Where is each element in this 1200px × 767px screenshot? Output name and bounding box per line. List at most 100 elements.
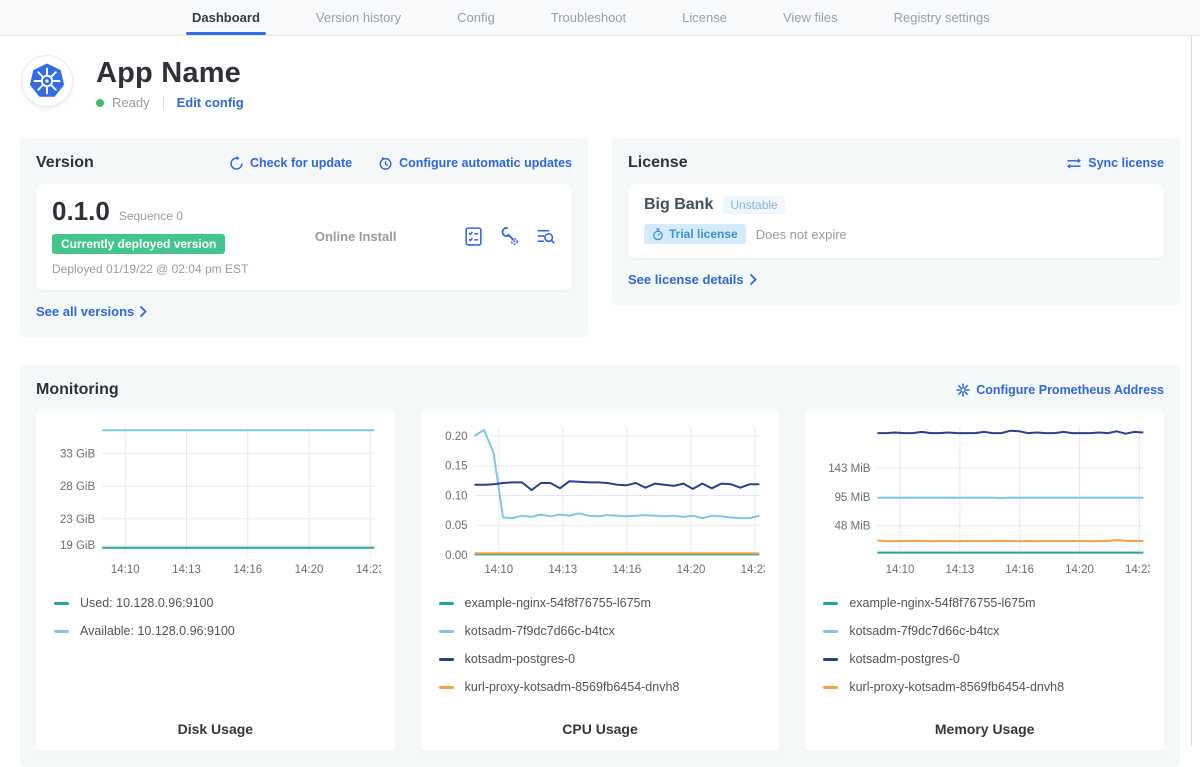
legend-color-dash	[823, 602, 838, 605]
check-for-update-link[interactable]: Check for update	[229, 156, 352, 171]
legend-label: kotsadm-7f9dc7d66c-b4tcx	[465, 624, 615, 638]
license-card: License Sync license Big Bank Unstable T…	[612, 138, 1180, 305]
version-header-links: Check for update Configure automatic upd…	[229, 156, 572, 171]
legend-color-dash	[439, 602, 454, 605]
chevron-right-icon	[750, 274, 757, 285]
legend-color-dash	[54, 602, 69, 605]
customer-name: Big Bank	[644, 196, 713, 214]
license-card-header: License Sync license	[628, 154, 1164, 172]
legend-color-dash	[823, 630, 838, 633]
app-meta: App Name Ready Edit config	[96, 56, 244, 110]
svg-text:14:10: 14:10	[111, 564, 140, 576]
svg-text:14:16: 14:16	[612, 564, 641, 576]
chart-title: CPU Usage	[435, 721, 766, 739]
svg-text:19 GiB: 19 GiB	[60, 540, 95, 552]
tab-config[interactable]: Config	[457, 0, 495, 35]
tab-troubleshoot[interactable]: Troubleshoot	[551, 0, 626, 35]
sequence-label: Sequence 0	[119, 209, 183, 223]
svg-text:0.20: 0.20	[445, 431, 467, 443]
tab-view-files[interactable]: View files	[783, 0, 838, 35]
legend-item: kotsadm-postgres-0	[439, 645, 766, 673]
see-license-details-label: See license details	[628, 272, 744, 287]
legend-item: kotsadm-7f9dc7d66c-b4tcx	[823, 617, 1150, 645]
svg-text:0.05: 0.05	[445, 520, 467, 532]
cpu-usage-chart: 0.200.150.100.050.0014:1014:1314:1614:20…	[435, 421, 766, 579]
ready-status-dot-icon	[96, 99, 104, 107]
charts-row: 33 GiB28 GiB23 GiB19 GiB14:1014:1314:161…	[36, 409, 1164, 751]
disk-usage-legend: Used: 10.128.0.96:9100Available: 10.128.…	[54, 589, 381, 645]
memory-usage-chart: 143 MiB95 MiB48 MiB14:1014:1314:1614:201…	[819, 421, 1150, 579]
refresh-icon	[229, 156, 244, 171]
see-all-versions-label: See all versions	[36, 304, 134, 319]
svg-text:23 GiB: 23 GiB	[60, 514, 95, 526]
configure-automatic-updates-link[interactable]: Configure automatic updates	[378, 156, 572, 171]
app-status: Ready	[112, 95, 150, 110]
svg-text:14:10: 14:10	[886, 564, 915, 576]
version-title: Version	[36, 154, 94, 172]
summary-cards-row: Version Check for update Configure autom…	[20, 138, 1180, 337]
svg-text:0.00: 0.00	[445, 550, 467, 562]
legend-color-dash	[439, 630, 454, 633]
configure-prometheus-link[interactable]: Configure Prometheus Address	[956, 383, 1164, 397]
kubernetes-logo-icon	[22, 56, 72, 106]
config-wrench-icon[interactable]	[499, 226, 520, 247]
svg-text:14:20: 14:20	[676, 564, 705, 576]
legend-label: kotsadm-postgres-0	[849, 652, 959, 666]
version-action-icons	[463, 226, 556, 247]
deployed-timestamp: Deployed 01/19/22 @ 02:04 pm EST	[52, 262, 248, 276]
legend-item: kotsadm-postgres-0	[823, 645, 1150, 673]
memory-usage-legend: example-nginx-54f8f76755-l675m kotsadm-7f…	[823, 589, 1150, 701]
see-license-details-link[interactable]: See license details	[628, 272, 757, 287]
cpu-usage-legend: example-nginx-54f8f76755-l675m kotsadm-7f…	[439, 589, 766, 701]
preflight-checks-icon[interactable]	[463, 226, 484, 247]
legend-color-dash	[54, 630, 69, 633]
window-edge	[1191, 36, 1192, 746]
gear-icon	[956, 383, 970, 397]
license-type-badge: Trial license	[644, 224, 746, 244]
schedule-clock-icon	[378, 156, 393, 171]
tab-dashboard[interactable]: Dashboard	[192, 0, 260, 35]
top-nav-tabs: Dashboard Version history Config Troublesho…	[192, 0, 990, 35]
legend-item: kurl-proxy-kotsadm-8569fb6454-dnvh8	[439, 673, 766, 701]
sync-license-link[interactable]: Sync license	[1066, 156, 1164, 170]
chart-title: Disk Usage	[50, 721, 381, 739]
tab-registry-settings[interactable]: Registry settings	[894, 0, 990, 35]
deploy-logs-icon[interactable]	[535, 226, 556, 247]
svg-text:14:23: 14:23	[740, 564, 765, 576]
disk-usage-chart-card: 33 GiB28 GiB23 GiB19 GiB14:1014:1314:161…	[36, 409, 395, 751]
edit-config-label: Edit config	[177, 95, 244, 110]
legend-label: kotsadm-7f9dc7d66c-b4tcx	[849, 624, 999, 638]
svg-text:14:16: 14:16	[233, 564, 262, 576]
current-version-card: 0.1.0 Sequence 0 Currently deployed vers…	[36, 184, 572, 290]
see-all-versions-link[interactable]: See all versions	[36, 304, 147, 319]
monitoring-header: Monitoring Configure Prometheus Address	[36, 381, 1164, 399]
disk-usage-chart: 33 GiB28 GiB23 GiB19 GiB14:1014:1314:161…	[50, 421, 381, 579]
dashboard-content: App Name Ready Edit config Version Check…	[0, 56, 1200, 767]
legend-color-dash	[439, 686, 454, 689]
version-card: Version Check for update Configure autom…	[20, 138, 588, 337]
sync-license-label: Sync license	[1088, 156, 1164, 170]
check-for-update-label: Check for update	[250, 156, 352, 170]
legend-item: Available: 10.128.0.96:9100	[54, 617, 381, 645]
legend-label: kurl-proxy-kotsadm-8569fb6454-dnvh8	[465, 680, 680, 694]
app-title: App Name	[96, 56, 244, 90]
license-details-card: Big Bank Unstable Trial license Does not…	[628, 184, 1164, 258]
tab-version-history[interactable]: Version history	[316, 0, 401, 35]
legend-color-dash	[823, 658, 838, 661]
monitoring-title: Monitoring	[36, 381, 119, 399]
legend-label: example-nginx-54f8f76755-l675m	[465, 596, 651, 610]
legend-item: kurl-proxy-kotsadm-8569fb6454-dnvh8	[823, 673, 1150, 701]
license-type-label: Trial license	[669, 227, 738, 241]
svg-text:95 MiB: 95 MiB	[835, 492, 871, 504]
legend-label: example-nginx-54f8f76755-l675m	[849, 596, 1035, 610]
sync-arrows-icon	[1066, 157, 1082, 170]
stopwatch-icon	[652, 228, 664, 241]
svg-text:14:16: 14:16	[1006, 564, 1035, 576]
app-header: App Name Ready Edit config	[22, 56, 1200, 110]
tab-license[interactable]: License	[682, 0, 727, 35]
svg-text:0.10: 0.10	[445, 490, 467, 502]
svg-text:48 MiB: 48 MiB	[835, 521, 871, 533]
app-status-row: Ready Edit config	[96, 95, 244, 110]
edit-config-link[interactable]: Edit config	[177, 95, 244, 110]
legend-label: kurl-proxy-kotsadm-8569fb6454-dnvh8	[849, 680, 1064, 694]
